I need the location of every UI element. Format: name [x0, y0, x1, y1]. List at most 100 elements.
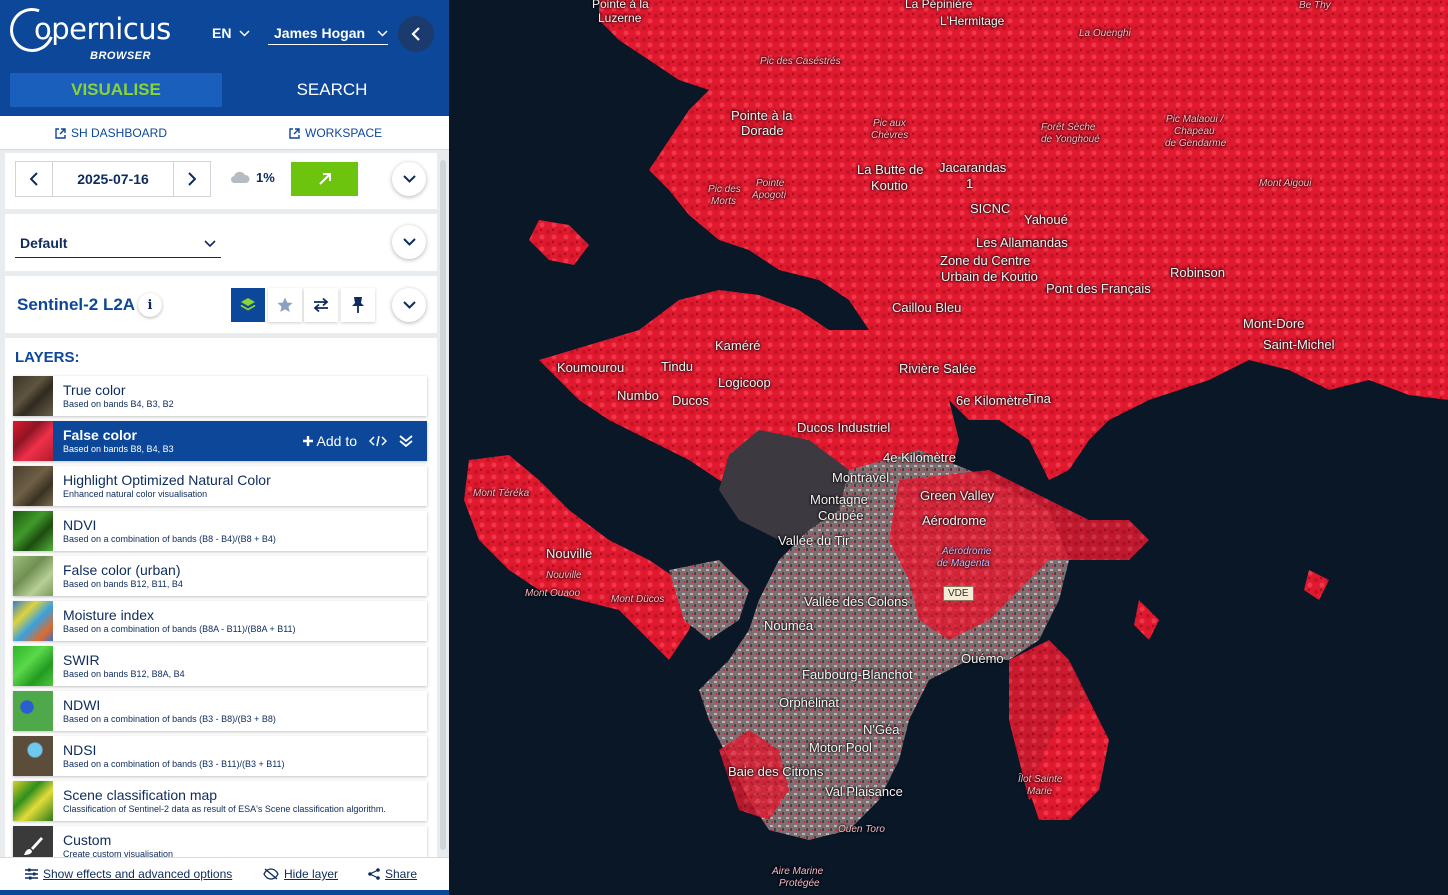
search-latest-button[interactable]: [291, 162, 358, 196]
map-label: N'Géa: [863, 722, 900, 737]
layer-name: False color (urban): [63, 562, 181, 578]
collapse-sidebar-button[interactable]: [398, 16, 434, 52]
share-link[interactable]: Share: [368, 867, 417, 881]
layer-description: Based on bands B8, B4, B3: [63, 444, 174, 454]
layers-title: LAYERS:: [15, 349, 80, 366]
sliders-icon: [25, 868, 38, 880]
layer-text: False color (urban) Based on bands B12, …: [53, 562, 427, 590]
layer-text: Custom Create custom visualisation: [53, 832, 427, 858]
layers-icon: [240, 298, 256, 311]
theme-select[interactable]: Default: [15, 232, 221, 258]
favorite-tool-button[interactable]: [268, 288, 302, 322]
double-chevron-down-icon[interactable]: [399, 434, 413, 448]
layer-ndvi[interactable]: NDVI Based on a combination of bands (B8…: [13, 511, 427, 551]
dataset-panel: Sentinel-2 L2A i: [5, 276, 437, 333]
layer-thumbnail: [13, 556, 53, 596]
user-menu[interactable]: James Hogan: [268, 25, 388, 45]
dataset-expand-button[interactable]: [392, 288, 426, 322]
layer-ndwi[interactable]: NDWI Based on a combination of bands (B3…: [13, 691, 427, 731]
dataset-info-button[interactable]: i: [138, 293, 162, 317]
map-label: Orphelinat: [779, 695, 839, 710]
share-icon: [368, 868, 380, 880]
cloud-icon: [230, 171, 250, 184]
tab-visualise[interactable]: VISUALISE: [10, 73, 222, 107]
show-effects-link[interactable]: Show effects and advanced options: [25, 867, 232, 881]
layer-highlight-optimized[interactable]: Highlight Optimized Natural Color Enhanc…: [13, 466, 427, 506]
map-label: Aérodrome: [922, 513, 987, 528]
layer-name: Custom: [63, 832, 112, 848]
external-link-icon: [289, 127, 300, 139]
map-label: de Magenta: [937, 558, 990, 569]
sh-dashboard-link[interactable]: SH DASHBOARD: [55, 126, 167, 140]
hide-layer-link[interactable]: Hide layer: [263, 867, 338, 881]
eye-off-icon: [263, 868, 279, 880]
map-label: Protégée: [779, 878, 820, 889]
theme-expand-button[interactable]: [392, 225, 426, 259]
layer-true-color[interactable]: True color Based on bands B4, B3, B2: [13, 376, 427, 416]
pin-tool-button[interactable]: [341, 288, 375, 322]
map-label: de Gendarme: [1165, 138, 1227, 149]
logo-subtitle: BROWSER: [90, 50, 151, 62]
layer-scene-classification[interactable]: Scene classification map Classification …: [13, 781, 427, 821]
layer-text: True color Based on bands B4, B3, B2: [53, 382, 427, 410]
map-view[interactable]: Pointe à la Luzerne La Pépinière L'Hermi…: [449, 0, 1448, 895]
map-label: Koutio: [871, 178, 908, 193]
map-label: 1: [966, 176, 974, 191]
map-label: 4e Kilomètre: [883, 450, 956, 465]
copernicus-logo[interactable]: opernicus BROWSER: [2, 0, 171, 66]
layers-tool-button[interactable]: [231, 288, 265, 322]
map-label: Mont Ouaoo: [525, 588, 581, 599]
map-label: Faubourg-Blanchot: [802, 667, 913, 682]
map-label: Mont-Dore: [1243, 316, 1305, 331]
chevron-down-icon: [402, 238, 416, 246]
user-name: James Hogan: [274, 25, 366, 41]
next-date-button[interactable]: [174, 162, 210, 196]
layers-panel: LAYERS: True color Based on bands B4, B3…: [5, 338, 437, 858]
sidebar: opernicus BROWSER EN James Hogan VISUALI…: [0, 0, 449, 895]
date-panel: 2025-07-16 1%: [5, 153, 437, 209]
map-label: Motor Pool: [809, 740, 872, 755]
map-label: Jacarandas: [939, 160, 1007, 175]
layer-ndsi[interactable]: NDSI Based on a combination of bands (B3…: [13, 736, 427, 776]
chevron-down-icon: [402, 175, 416, 183]
code-icon[interactable]: [369, 435, 387, 447]
compare-tool-button[interactable]: [304, 288, 338, 322]
previous-date-button[interactable]: [16, 162, 52, 196]
hide-layer-label: Hide layer: [284, 867, 339, 881]
sidebar-scrollbar[interactable]: [440, 160, 446, 850]
date-expand-button[interactable]: [392, 162, 426, 196]
layer-false-color[interactable]: False color Based on bands B8, B4, B3 Ad…: [13, 421, 427, 461]
language-selector[interactable]: EN: [212, 25, 250, 41]
show-effects-label: Show effects and advanced options: [43, 867, 233, 881]
map-label: Val Plaisance: [825, 784, 903, 799]
cloud-coverage[interactable]: 1%: [230, 170, 275, 185]
chevron-down-icon: [239, 29, 250, 37]
layer-thumbnail: [13, 781, 53, 821]
layer-description: Based on bands B4, B3, B2: [63, 399, 174, 409]
layer-text: SWIR Based on bands B12, B8A, B4: [53, 652, 427, 680]
add-to-button[interactable]: Add to: [302, 433, 357, 449]
layer-text: NDVI Based on a combination of bands (B8…: [53, 517, 427, 545]
date-input[interactable]: 2025-07-16: [52, 162, 174, 196]
layer-custom[interactable]: Custom Create custom visualisation: [13, 826, 427, 858]
bottom-actions-bar: Show effects and advanced options Hide l…: [0, 857, 449, 890]
layer-swir[interactable]: SWIR Based on bands B12, B8A, B4: [13, 646, 427, 686]
map-label: de Yonghoué: [1041, 134, 1100, 145]
map-label: Morts: [711, 196, 736, 207]
chevron-right-icon: [188, 172, 196, 186]
layer-description: Classification of Sentinel-2 data as res…: [63, 804, 386, 814]
layer-name: NDSI: [63, 742, 97, 758]
layer-name: NDWI: [63, 697, 101, 713]
layer-thumbnail: [13, 646, 53, 686]
layer-description: Based on a combination of bands (B8 - B4…: [63, 534, 276, 544]
tab-search[interactable]: SEARCH: [232, 73, 432, 107]
layer-thumbnail: [13, 601, 53, 641]
map-label: Apogoti: [752, 190, 786, 201]
layer-false-color-urban[interactable]: False color (urban) Based on bands B12, …: [13, 556, 427, 596]
workspace-link[interactable]: WORKSPACE: [289, 126, 382, 140]
layer-text: Highlight Optimized Natural Color Enhanc…: [53, 472, 427, 500]
layer-description: Based on bands B12, B11, B4: [63, 579, 183, 589]
map-label: SICNC: [970, 201, 1011, 216]
layer-moisture-index[interactable]: Moisture index Based on a combination of…: [13, 601, 427, 641]
map-label: Marie: [1027, 786, 1053, 797]
